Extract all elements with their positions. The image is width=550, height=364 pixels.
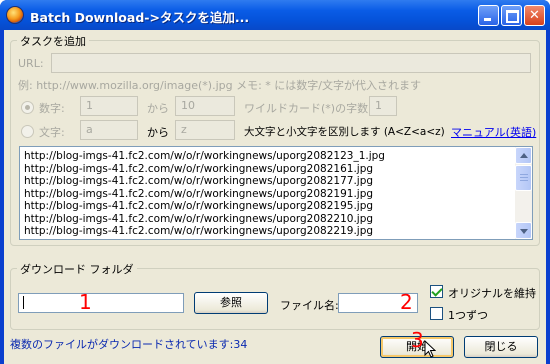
number-kara-label: から — [147, 102, 169, 115]
maximize-button[interactable] — [501, 5, 522, 26]
thumb-grip — [520, 177, 528, 178]
wildcard-digits-label: ワイルドカード(*)の字数: — [244, 102, 372, 115]
url-input[interactable] — [51, 53, 531, 73]
number-to-input[interactable]: 10 — [175, 96, 235, 116]
thumb-grip — [520, 174, 528, 175]
annotation-2: 2 — [400, 290, 413, 314]
number-radio[interactable] — [21, 101, 34, 114]
file-list-item[interactable]: http://blog-imgs-41.fc2.com/w/o/r/workin… — [24, 200, 512, 213]
minimize-button[interactable] — [478, 5, 499, 26]
download-folder-legend: ダウンロード フォルダ — [17, 261, 137, 277]
file-list-item[interactable]: http://blog-imgs-41.fc2.com/w/o/r/workin… — [24, 175, 512, 188]
url-label: URL: — [18, 57, 44, 70]
dialog-body: タスクを追加 URL: 例: http://www.mozilla.org/im… — [4, 30, 546, 364]
annotation-1: 1 — [79, 290, 92, 314]
window-title: Batch Download->タスクを追加... — [30, 10, 250, 25]
scroll-down-icon — [520, 229, 528, 234]
letter-from-input[interactable]: a — [80, 120, 138, 140]
thumb-grip — [520, 180, 528, 181]
one-by-one-checkbox[interactable] — [430, 307, 443, 320]
file-list-item[interactable]: http://blog-imgs-41.fc2.com/w/o/r/workin… — [24, 150, 512, 163]
close-button[interactable]: 閉じる — [464, 336, 538, 358]
letter-to-input[interactable]: z — [175, 120, 235, 140]
close-window-button[interactable]: ✕ — [524, 5, 545, 26]
title-bar[interactable]: Batch Download->タスクを追加... ✕ — [0, 0, 550, 30]
file-list-item[interactable]: http://blog-imgs-41.fc2.com/w/o/r/workin… — [24, 213, 512, 226]
close-icon: ✕ — [529, 8, 540, 23]
task-group-legend: タスクを追加 — [17, 33, 89, 49]
filename-label: ファイル名: — [280, 299, 339, 312]
keep-original-checkbox[interactable] — [430, 285, 443, 298]
number-label: 数字: — [39, 102, 65, 115]
scroll-up-button[interactable] — [515, 147, 532, 164]
file-list-item[interactable]: http://blog-imgs-41.fc2.com/w/o/r/workin… — [24, 188, 512, 201]
scroll-up-icon — [520, 153, 528, 158]
one-by-one-label: 1つずつ — [448, 309, 488, 322]
letter-radio[interactable] — [21, 125, 34, 138]
letter-kara-label: から — [147, 126, 169, 139]
mouse-cursor-icon — [424, 340, 436, 358]
letter-label: 文字: — [39, 126, 65, 139]
browse-button[interactable]: 参照 — [194, 292, 268, 314]
minimize-icon — [479, 6, 498, 25]
file-list-item[interactable]: http://blog-imgs-41.fc2.com/w/o/r/workin… — [24, 225, 512, 238]
example-note: 例: http://www.mozilla.org/image(*).jpg メ… — [18, 79, 422, 92]
scroll-down-button[interactable] — [515, 222, 532, 239]
firefox-icon — [6, 6, 24, 24]
number-from-input[interactable]: 1 — [80, 96, 138, 116]
case-sensitivity-note: 大文字と小文字を区別します (A<Z<a<z) — [244, 126, 445, 138]
manual-link[interactable]: マニュアル(英語) — [451, 124, 536, 140]
file-list-items: http://blog-imgs-41.fc2.com/w/o/r/workin… — [24, 150, 512, 238]
scroll-thumb[interactable] — [515, 165, 532, 191]
file-list-scrollbar[interactable] — [515, 147, 532, 239]
maximize-icon — [502, 6, 521, 25]
keep-original-label: オリジナルを維持 — [448, 287, 536, 300]
file-list-item[interactable]: http://blog-imgs-41.fc2.com/w/o/r/workin… — [24, 163, 512, 176]
annotation-3: 3 — [411, 328, 424, 352]
wildcard-digits-input[interactable]: 1 — [369, 96, 397, 116]
batch-download-window: Batch Download->タスクを追加... ✕ タスクを追加 URL: … — [0, 0, 550, 364]
status-text: 複数のファイルがダウンロードされています:34 — [10, 338, 248, 351]
file-list[interactable]: http://blog-imgs-41.fc2.com/w/o/r/workin… — [19, 146, 533, 240]
folder-path-input[interactable] — [18, 293, 184, 313]
text-caret — [23, 296, 24, 309]
